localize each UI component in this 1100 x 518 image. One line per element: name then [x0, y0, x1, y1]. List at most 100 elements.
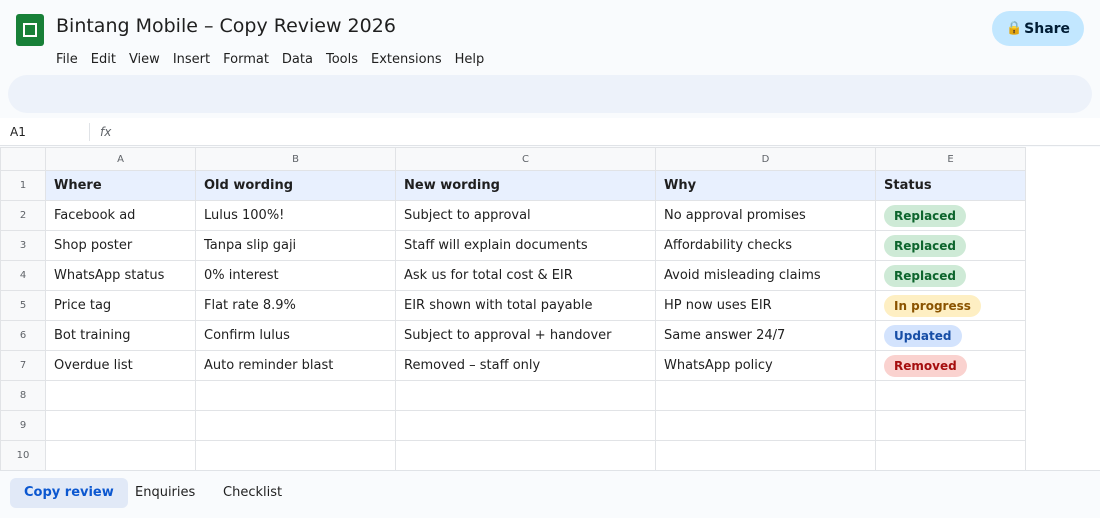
- cell-status[interactable]: In progress: [875, 290, 1026, 321]
- empty-cell[interactable]: [195, 380, 396, 411]
- empty-cell[interactable]: [875, 380, 1026, 411]
- empty-cell[interactable]: [395, 410, 656, 441]
- column-header-b[interactable]: B: [195, 147, 396, 171]
- empty-cell[interactable]: [655, 410, 876, 441]
- menu-format[interactable]: Format: [223, 52, 269, 70]
- table-row: 6 Bot training Confirm lulus Subject to …: [0, 320, 1026, 351]
- table-row: 4 WhatsApp status 0% interest Ask us for…: [0, 260, 1026, 291]
- cell-why[interactable]: Avoid misleading claims: [655, 260, 876, 291]
- column-header-a[interactable]: A: [45, 147, 196, 171]
- empty-cell[interactable]: [875, 410, 1026, 441]
- cell-status[interactable]: Updated: [875, 320, 1026, 351]
- empty-cell[interactable]: [45, 440, 196, 471]
- cell-why[interactable]: No approval promises: [655, 200, 876, 231]
- sheet-table: A B C D E 1 Where Old wording New wordin…: [0, 147, 1026, 471]
- cell-why[interactable]: HP now uses EIR: [655, 290, 876, 321]
- document-title[interactable]: Bintang Mobile – Copy Review 2026: [56, 15, 396, 37]
- status-badge: Replaced: [884, 204, 967, 227]
- column-header-e[interactable]: E: [875, 147, 1026, 171]
- cell-status[interactable]: Replaced: [875, 230, 1026, 261]
- cell-old-wording[interactable]: 0% interest: [195, 260, 396, 291]
- cell-where[interactable]: Facebook ad: [45, 200, 196, 231]
- app-header: Bintang Mobile – Copy Review 2026 File E…: [0, 0, 1100, 72]
- status-badge: Updated: [884, 324, 962, 347]
- row-header[interactable]: 4: [0, 260, 46, 291]
- empty-cell[interactable]: [655, 440, 876, 471]
- empty-cell[interactable]: [395, 440, 656, 471]
- header-row: 1 Where Old wording New wording Why Stat…: [0, 170, 1026, 201]
- cell-old-wording[interactable]: Confirm lulus: [195, 320, 396, 351]
- cell-new-wording[interactable]: EIR shown with total payable: [395, 290, 656, 321]
- share-button[interactable]: 🔒 Share: [992, 11, 1084, 46]
- cell-where[interactable]: Shop poster: [45, 230, 196, 261]
- status-badge: In progress: [884, 294, 981, 317]
- empty-cell[interactable]: [875, 440, 1026, 471]
- menu-tools[interactable]: Tools: [326, 52, 358, 70]
- menu-help[interactable]: Help: [455, 52, 485, 70]
- row-header[interactable]: 9: [0, 410, 46, 441]
- sheet-tabs: Copy review Enquiries Checklist: [0, 470, 1100, 518]
- row-header[interactable]: 10: [0, 440, 46, 471]
- cell-old-wording[interactable]: Flat rate 8.9%: [195, 290, 396, 321]
- table-row: 5 Price tag Flat rate 8.9% EIR shown wit…: [0, 290, 1026, 321]
- empty-cell[interactable]: [395, 380, 656, 411]
- cell-where[interactable]: Bot training: [45, 320, 196, 351]
- row-header[interactable]: 8: [0, 380, 46, 411]
- cell-where[interactable]: Overdue list: [45, 350, 196, 381]
- empty-cell[interactable]: [195, 440, 396, 471]
- row-header[interactable]: 5: [0, 290, 46, 321]
- cell-why[interactable]: WhatsApp policy: [655, 350, 876, 381]
- header-cell-old-wording[interactable]: Old wording: [195, 170, 396, 201]
- cell-old-wording[interactable]: Auto reminder blast: [195, 350, 396, 381]
- toolbar: [8, 75, 1092, 113]
- cell-where[interactable]: WhatsApp status: [45, 260, 196, 291]
- empty-cell[interactable]: [45, 410, 196, 441]
- table-row: 2 Facebook ad Lulus 100%! Subject to app…: [0, 200, 1026, 231]
- menu-data[interactable]: Data: [282, 52, 313, 70]
- cell-new-wording[interactable]: Removed – staff only: [395, 350, 656, 381]
- cell-status[interactable]: Removed: [875, 350, 1026, 381]
- cell-where[interactable]: Price tag: [45, 290, 196, 321]
- cell-status[interactable]: Replaced: [875, 260, 1026, 291]
- header-cell-why[interactable]: Why: [655, 170, 876, 201]
- status-badge: Replaced: [884, 264, 967, 287]
- row-header[interactable]: 3: [0, 230, 46, 261]
- tab-copy-review[interactable]: Copy review: [10, 478, 128, 508]
- name-box[interactable]: A1: [10, 125, 26, 139]
- cell-new-wording[interactable]: Subject to approval + handover: [395, 320, 656, 351]
- cell-old-wording[interactable]: Tanpa slip gaji: [195, 230, 396, 261]
- header-cell-status[interactable]: Status: [875, 170, 1026, 201]
- menu-file[interactable]: File: [56, 52, 78, 70]
- cell-new-wording[interactable]: Ask us for total cost & EIR: [395, 260, 656, 291]
- tab-enquiries[interactable]: Enquiries: [121, 478, 209, 508]
- cell-new-wording[interactable]: Staff will explain documents: [395, 230, 656, 261]
- empty-cell[interactable]: [45, 380, 196, 411]
- empty-cell[interactable]: [195, 410, 396, 441]
- menu-edit[interactable]: Edit: [91, 52, 116, 70]
- empty-row: 9: [0, 410, 1026, 441]
- menu-view[interactable]: View: [129, 52, 160, 70]
- cell-new-wording[interactable]: Subject to approval: [395, 200, 656, 231]
- select-all-corner[interactable]: [0, 147, 46, 171]
- cell-why[interactable]: Affordability checks: [655, 230, 876, 261]
- column-header-d[interactable]: D: [655, 147, 876, 171]
- menu-bar: File Edit View Insert Format Data Tools …: [56, 52, 497, 70]
- menu-extensions[interactable]: Extensions: [371, 52, 442, 70]
- cell-why[interactable]: Same answer 24/7: [655, 320, 876, 351]
- row-header[interactable]: 6: [0, 320, 46, 351]
- empty-cell[interactable]: [655, 380, 876, 411]
- header-cell-new-wording[interactable]: New wording: [395, 170, 656, 201]
- column-header-c[interactable]: C: [395, 147, 656, 171]
- empty-row: 8: [0, 380, 1026, 411]
- header-cell-where[interactable]: Where: [45, 170, 196, 201]
- formula-bar: A1 fx: [0, 118, 1100, 146]
- tab-checklist[interactable]: Checklist: [209, 478, 296, 508]
- table-row: 7 Overdue list Auto reminder blast Remov…: [0, 350, 1026, 381]
- row-header[interactable]: 1: [0, 170, 46, 201]
- menu-insert[interactable]: Insert: [173, 52, 210, 70]
- row-header[interactable]: 2: [0, 200, 46, 231]
- cell-old-wording[interactable]: Lulus 100%!: [195, 200, 396, 231]
- sheets-logo-icon[interactable]: [16, 14, 44, 46]
- row-header[interactable]: 7: [0, 350, 46, 381]
- cell-status[interactable]: Replaced: [875, 200, 1026, 231]
